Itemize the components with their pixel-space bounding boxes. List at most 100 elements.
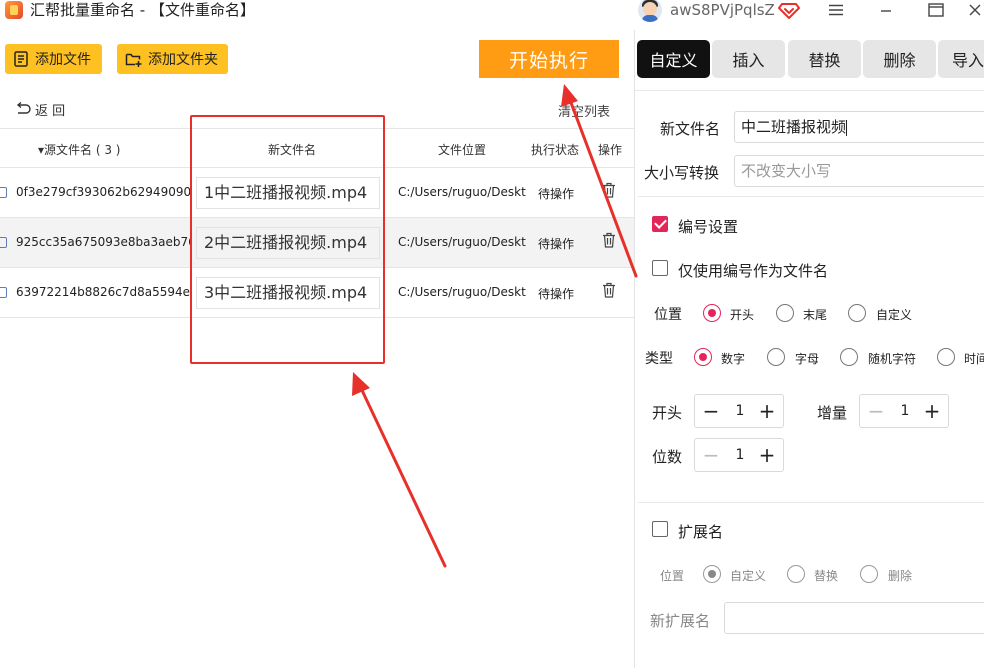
maximize-icon[interactable] [918, 0, 954, 20]
position-start-radio[interactable] [703, 304, 721, 322]
new-filename-input[interactable]: 中二班播报视频 [734, 111, 984, 143]
type-letter-label: 字母 [795, 352, 820, 366]
trash-icon[interactable] [602, 232, 618, 250]
increment-stepper[interactable]: − 1 + [859, 394, 949, 428]
numbering-checkbox[interactable] [652, 216, 668, 232]
add-folder-button[interactable]: 添加文件夹 [117, 44, 228, 74]
plus-icon[interactable]: + [755, 442, 779, 468]
tab-delete[interactable]: 删除 [863, 40, 936, 78]
only-number-checkbox[interactable] [652, 260, 668, 276]
close-icon[interactable] [966, 0, 984, 20]
add-file-label: 添加文件 [35, 52, 91, 68]
ext-position-label: 位置 [660, 569, 685, 583]
extension-label: 扩展名 [678, 523, 724, 541]
tab-import[interactable]: 导入 [938, 40, 984, 78]
minus-icon[interactable]: − [699, 442, 723, 468]
header-file-location: 文件位置 [438, 143, 487, 157]
video-file-icon [0, 187, 7, 198]
title-bar: 汇帮批量重命名 - 【文件重命名】 awS8PVjPqlsZ [0, 0, 984, 22]
position-start-label: 开头 [730, 308, 755, 322]
start-number-value: 1 [735, 403, 745, 419]
section-divider [638, 502, 984, 503]
new-extension-label: 新扩展名 [650, 612, 711, 630]
add-folder-label: 添加文件夹 [148, 52, 218, 68]
source-filename: 63972214b8826c7d8a5594efe [16, 285, 190, 299]
increment-label: 增量 [817, 404, 848, 422]
position-end-radio[interactable] [776, 304, 794, 322]
header-action: 操作 [598, 143, 623, 157]
start-number-stepper[interactable]: − 1 + [694, 394, 784, 428]
trash-icon[interactable] [602, 182, 618, 200]
type-time-radio[interactable] [937, 348, 955, 366]
start-number-label: 开头 [652, 404, 683, 422]
position-custom-label: 自定义 [876, 308, 913, 322]
video-file-icon [0, 287, 7, 298]
section-divider [638, 196, 984, 197]
header-source-filename[interactable]: ▾源文件名 ( 3 ) [38, 141, 120, 158]
new-filename-value: 中二班播报视频 [741, 118, 847, 136]
back-arrow-icon [16, 102, 31, 114]
back-label: 返 回 [35, 103, 66, 119]
digits-label: 位数 [652, 448, 683, 466]
status-text: 待操作 [538, 187, 575, 201]
file-location: C:/Users/ruguo/Desktop [398, 285, 526, 299]
type-random-label: 随机字符 [868, 352, 917, 366]
add-file-button[interactable]: 添加文件 [5, 44, 102, 74]
ext-delete-radio[interactable] [860, 565, 878, 583]
ext-custom-radio[interactable] [703, 565, 721, 583]
type-label: 类型 [645, 351, 673, 367]
start-button[interactable]: 开始执行 [479, 40, 619, 78]
plus-icon[interactable]: + [755, 398, 779, 424]
type-number-label: 数字 [721, 352, 746, 366]
status-text: 待操作 [538, 237, 575, 251]
minus-icon[interactable]: − [864, 398, 888, 424]
digits-stepper[interactable]: − 1 + [694, 438, 784, 472]
menu-icon[interactable] [818, 0, 854, 20]
annotation-highlight-box [190, 115, 385, 364]
only-number-label: 仅使用编号作为文件名 [678, 262, 829, 280]
tab-insert[interactable]: 插入 [712, 40, 785, 78]
extension-checkbox[interactable] [652, 521, 668, 537]
trash-icon[interactable] [602, 282, 618, 300]
file-location: C:/Users/ruguo/Desktop [398, 185, 526, 199]
new-extension-input[interactable] [724, 602, 984, 634]
video-file-icon [0, 237, 7, 248]
minus-icon[interactable]: − [699, 398, 723, 424]
numbering-label: 编号设置 [678, 218, 739, 236]
file-list-icon [14, 51, 28, 67]
increment-value: 1 [900, 403, 910, 419]
position-label: 位置 [654, 307, 682, 323]
plus-icon[interactable]: + [920, 398, 944, 424]
ext-delete-label: 删除 [888, 569, 913, 583]
ext-replace-radio[interactable] [787, 565, 805, 583]
position-end-label: 末尾 [803, 308, 828, 322]
header-status: 执行状态 [531, 143, 580, 157]
ext-custom-label: 自定义 [730, 569, 767, 583]
vip-diamond-icon[interactable] [778, 1, 800, 19]
type-number-radio[interactable] [694, 348, 712, 366]
type-random-radio[interactable] [840, 348, 858, 366]
new-filename-label: 新文件名 [660, 120, 721, 138]
type-letter-radio[interactable] [767, 348, 785, 366]
minimize-icon[interactable] [868, 0, 904, 20]
position-custom-radio[interactable] [848, 304, 866, 322]
status-text: 待操作 [538, 287, 575, 301]
case-conversion-select[interactable]: 不改变大小写 [734, 155, 984, 187]
digits-value: 1 [735, 447, 745, 463]
clear-list-button[interactable]: 清空列表 [558, 101, 610, 120]
tab-custom[interactable]: 自定义 [637, 40, 710, 78]
back-button[interactable]: 返 回 [15, 99, 69, 119]
folder-add-icon [125, 53, 142, 67]
username[interactable]: awS8PVjPqlsZ [670, 0, 775, 20]
window-title: 汇帮批量重命名 - 【文件重命名】 [30, 1, 255, 19]
source-filename: 925cc35a675093e8ba3aeb764 [16, 235, 190, 249]
tab-divider [635, 90, 984, 91]
annotation-arrow-to-box [352, 372, 447, 568]
file-location: C:/Users/ruguo/Desktop [398, 235, 526, 249]
case-conversion-label: 大小写转换 [644, 164, 720, 182]
user-avatar[interactable] [638, 0, 662, 22]
tab-replace[interactable]: 替换 [788, 40, 861, 78]
app-logo-icon [5, 1, 23, 19]
source-filename: 0f3e279cf393062b6294909075 [16, 185, 190, 199]
app-window: 汇帮批量重命名 - 【文件重命名】 awS8PVjPqlsZ 添加文件 添加文件… [0, 0, 984, 668]
